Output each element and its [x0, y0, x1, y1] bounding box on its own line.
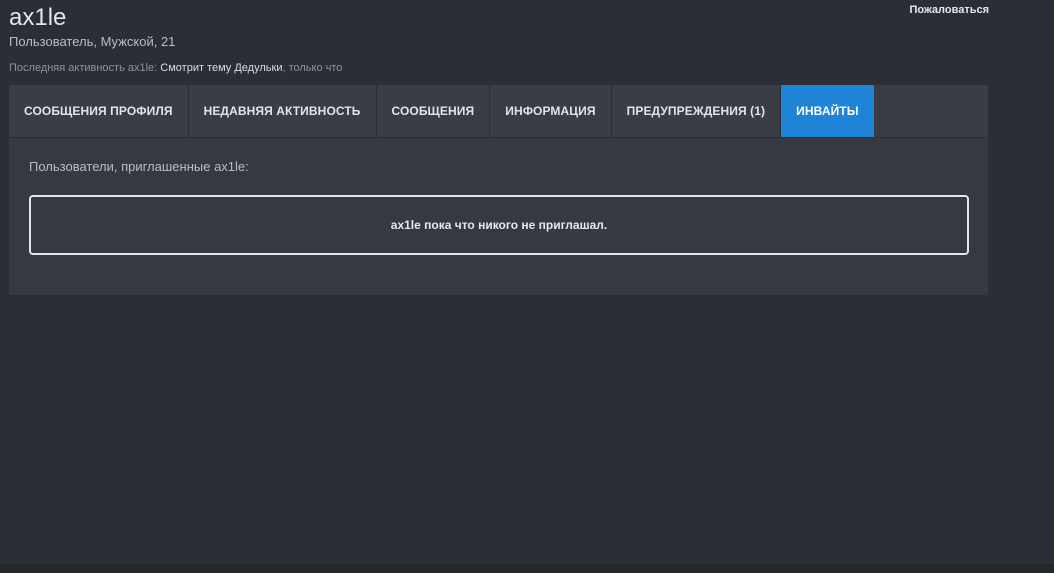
profile-tabs: СООБЩЕНИЯ ПРОФИЛЯ НЕДАВНЯЯ АКТИВНОСТЬ СО…	[9, 85, 988, 138]
invites-section-label: Пользователи, приглашенные ax1le:	[29, 159, 249, 174]
profile-username: ax1le	[9, 4, 67, 31]
last-activity-thread-link[interactable]: Дедульки	[234, 62, 282, 74]
tab-messages[interactable]: СООБЩЕНИЯ	[377, 85, 491, 137]
invites-empty-message: ax1le пока что никого не приглашал.	[29, 195, 969, 255]
tab-warnings[interactable]: ПРЕДУПРЕЖДЕНИЯ (1)	[612, 85, 782, 137]
last-activity: Последняя активность ax1le: Смотрит тему…	[9, 61, 342, 75]
last-activity-time: только что	[288, 62, 343, 74]
tab-information[interactable]: ИНФОРМАЦИЯ	[490, 85, 612, 137]
last-activity-comma: ,	[282, 62, 286, 74]
profile-panel: СООБЩЕНИЯ ПРОФИЛЯ НЕДАВНЯЯ АКТИВНОСТЬ СО…	[9, 85, 988, 295]
bottom-bar	[0, 564, 1054, 573]
last-activity-prefix: Последняя активность ax1le:	[9, 62, 158, 74]
profile-meta: Пользователь, Мужской, 21	[9, 34, 176, 49]
tab-recent-activity[interactable]: НЕДАВНЯЯ АКТИВНОСТЬ	[189, 85, 377, 137]
tab-profile-posts[interactable]: СООБЩЕНИЯ ПРОФИЛЯ	[9, 85, 189, 137]
tab-invites[interactable]: ИНВАЙТЫ	[781, 85, 874, 137]
invites-empty-text: ax1le пока что никого не приглашал.	[390, 218, 608, 232]
last-activity-action: Смотрит тему	[160, 62, 232, 74]
report-link[interactable]: Пожаловаться	[909, 4, 989, 16]
